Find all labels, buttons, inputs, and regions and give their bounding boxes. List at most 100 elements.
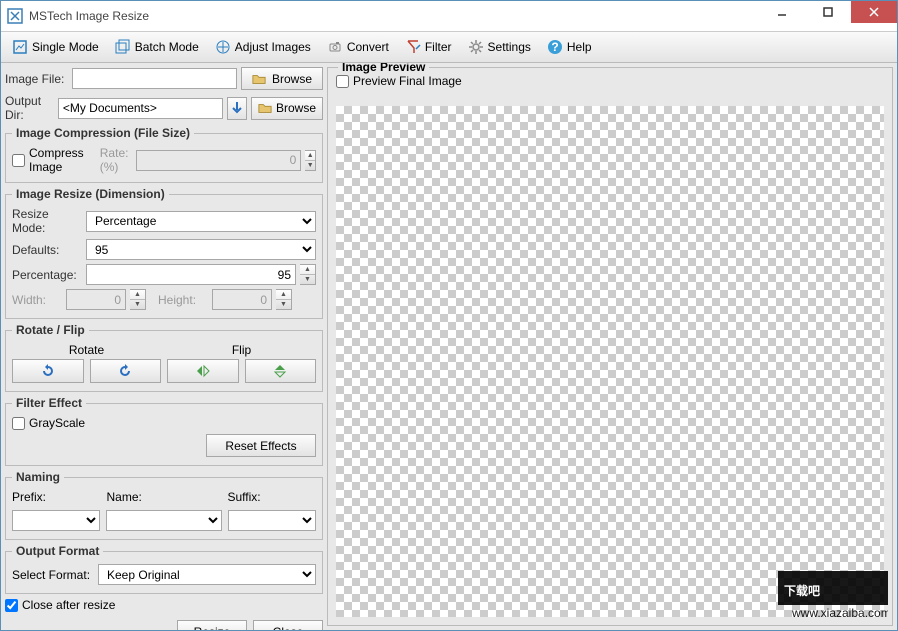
height-input	[212, 289, 272, 310]
adjust-images-button[interactable]: Adjust Images	[208, 35, 318, 59]
compress-rate-input	[136, 150, 301, 171]
svg-text:www.xiazaiba.com: www.xiazaiba.com	[791, 606, 888, 620]
percentage-input[interactable]	[86, 264, 296, 285]
compression-legend: Image Compression (File Size)	[12, 126, 194, 140]
svg-text:下载吧: 下载吧	[784, 583, 820, 598]
rotate-label: Rotate	[12, 343, 161, 359]
grayscale-checkbox[interactable]	[12, 417, 25, 430]
filter-button[interactable]: Filter	[398, 35, 459, 59]
folder-icon	[258, 101, 272, 115]
image-file-browse-button[interactable]: Browse	[241, 67, 323, 90]
output-format-group: Output Format Select Format: Keep Origin…	[5, 544, 323, 594]
single-mode-button[interactable]: Single Mode	[5, 35, 106, 59]
resize-group: Image Resize (Dimension) Resize Mode: Pe…	[5, 187, 323, 319]
height-spinner: ▲▼	[276, 289, 292, 310]
filter-legend: Filter Effect	[12, 396, 86, 410]
help-label: Help	[567, 40, 592, 54]
compress-rate-spinner: ▲▼	[305, 150, 316, 171]
down-arrow-icon	[229, 100, 245, 116]
output-format-legend: Output Format	[12, 544, 103, 558]
compress-image-checkbox[interactable]	[12, 154, 25, 167]
folder-icon	[252, 72, 266, 86]
convert-button[interactable]: Convert	[320, 35, 396, 59]
help-icon: ?	[547, 39, 563, 55]
batch-mode-button[interactable]: Batch Mode	[108, 35, 206, 59]
settings-label: Settings	[488, 40, 531, 54]
filter-icon	[405, 39, 421, 55]
preview-final-image-label: Preview Final Image	[353, 74, 462, 88]
compress-rate-label: Rate: (%)	[100, 146, 133, 174]
resize-button[interactable]: Resize	[177, 620, 247, 630]
width-spinner: ▲▼	[130, 289, 146, 310]
application-window: MSTech Image Resize Single Mode Batch Mo…	[0, 0, 898, 631]
batch-mode-label: Batch Mode	[135, 40, 199, 54]
select-format-select[interactable]: Keep Original	[98, 564, 316, 585]
resize-mode-label: Resize Mode:	[12, 207, 82, 235]
adjust-icon	[215, 39, 231, 55]
percentage-spinner[interactable]: ▲▼	[300, 264, 316, 285]
filter-effect-group: Filter Effect GrayScale Reset Effects	[5, 396, 323, 466]
close-after-resize-label: Close after resize	[22, 598, 115, 612]
minimize-button[interactable]	[759, 1, 805, 23]
flip-horizontal-button[interactable]	[167, 359, 239, 383]
prefix-label: Prefix:	[12, 490, 100, 504]
convert-label: Convert	[347, 40, 389, 54]
gear-icon	[468, 39, 484, 55]
flip-label: Flip	[167, 343, 316, 359]
flip-h-icon	[195, 363, 211, 379]
name-select[interactable]	[106, 510, 221, 531]
image-file-input[interactable]	[72, 68, 237, 89]
resize-mode-select[interactable]: Percentage	[86, 211, 316, 232]
flip-vertical-button[interactable]	[245, 359, 317, 383]
select-format-label: Select Format:	[12, 568, 94, 582]
flip-v-icon	[272, 363, 288, 379]
left-panel: Image File: Browse Output Dir: Browse	[5, 67, 323, 626]
single-mode-icon	[12, 39, 28, 55]
name-label: Name:	[106, 490, 221, 504]
compression-group: Image Compression (File Size) Compress I…	[5, 126, 323, 183]
rotate-cw-button[interactable]	[90, 359, 162, 383]
suffix-select[interactable]	[228, 510, 316, 531]
height-label: Height:	[158, 293, 208, 307]
close-after-resize-checkbox[interactable]	[5, 599, 18, 612]
output-dir-go-button[interactable]	[227, 97, 247, 120]
window-title: MSTech Image Resize	[29, 9, 149, 23]
grayscale-label: GrayScale	[29, 416, 85, 430]
compress-image-label: Compress Image	[29, 146, 88, 174]
output-dir-input[interactable]	[58, 98, 223, 119]
suffix-label: Suffix:	[228, 490, 316, 504]
titlebar: MSTech Image Resize	[1, 1, 897, 31]
output-dir-label: Output Dir:	[5, 94, 54, 122]
rotate-cw-icon	[117, 363, 133, 379]
maximize-button[interactable]	[805, 1, 851, 23]
naming-legend: Naming	[12, 470, 64, 484]
rotate-flip-legend: Rotate / Flip	[12, 323, 89, 337]
main-toolbar: Single Mode Batch Mode Adjust Images Con…	[1, 31, 897, 63]
close-window-button[interactable]	[851, 1, 897, 23]
defaults-label: Defaults:	[12, 243, 82, 257]
close-button[interactable]: Close	[253, 620, 323, 630]
resize-legend: Image Resize (Dimension)	[12, 187, 169, 201]
percentage-label: Percentage:	[12, 268, 82, 282]
image-preview-legend: Image Preview	[338, 63, 429, 74]
convert-icon	[327, 39, 343, 55]
single-mode-label: Single Mode	[32, 40, 99, 54]
settings-button[interactable]: Settings	[461, 35, 538, 59]
app-icon	[7, 8, 23, 24]
adjust-images-label: Adjust Images	[235, 40, 311, 54]
svg-text:?: ?	[551, 40, 558, 54]
watermark-logo: 下载吧 www.xiazaiba.com	[778, 571, 888, 621]
rotate-ccw-button[interactable]	[12, 359, 84, 383]
image-preview-group: Image Preview Preview Final Image 下载吧www…	[327, 67, 893, 626]
prefix-select[interactable]	[12, 510, 100, 531]
output-dir-browse-button[interactable]: Browse	[251, 97, 323, 120]
defaults-select[interactable]: 95	[86, 239, 316, 260]
reset-effects-button[interactable]: Reset Effects	[206, 434, 316, 457]
filter-label: Filter	[425, 40, 452, 54]
batch-mode-icon	[115, 39, 131, 55]
image-file-label: Image File:	[5, 72, 68, 86]
width-label: Width:	[12, 293, 62, 307]
help-button[interactable]: ? Help	[540, 35, 599, 59]
naming-group: Naming Prefix: Name: Suffix:	[5, 470, 323, 540]
preview-final-image-checkbox[interactable]	[336, 75, 349, 88]
